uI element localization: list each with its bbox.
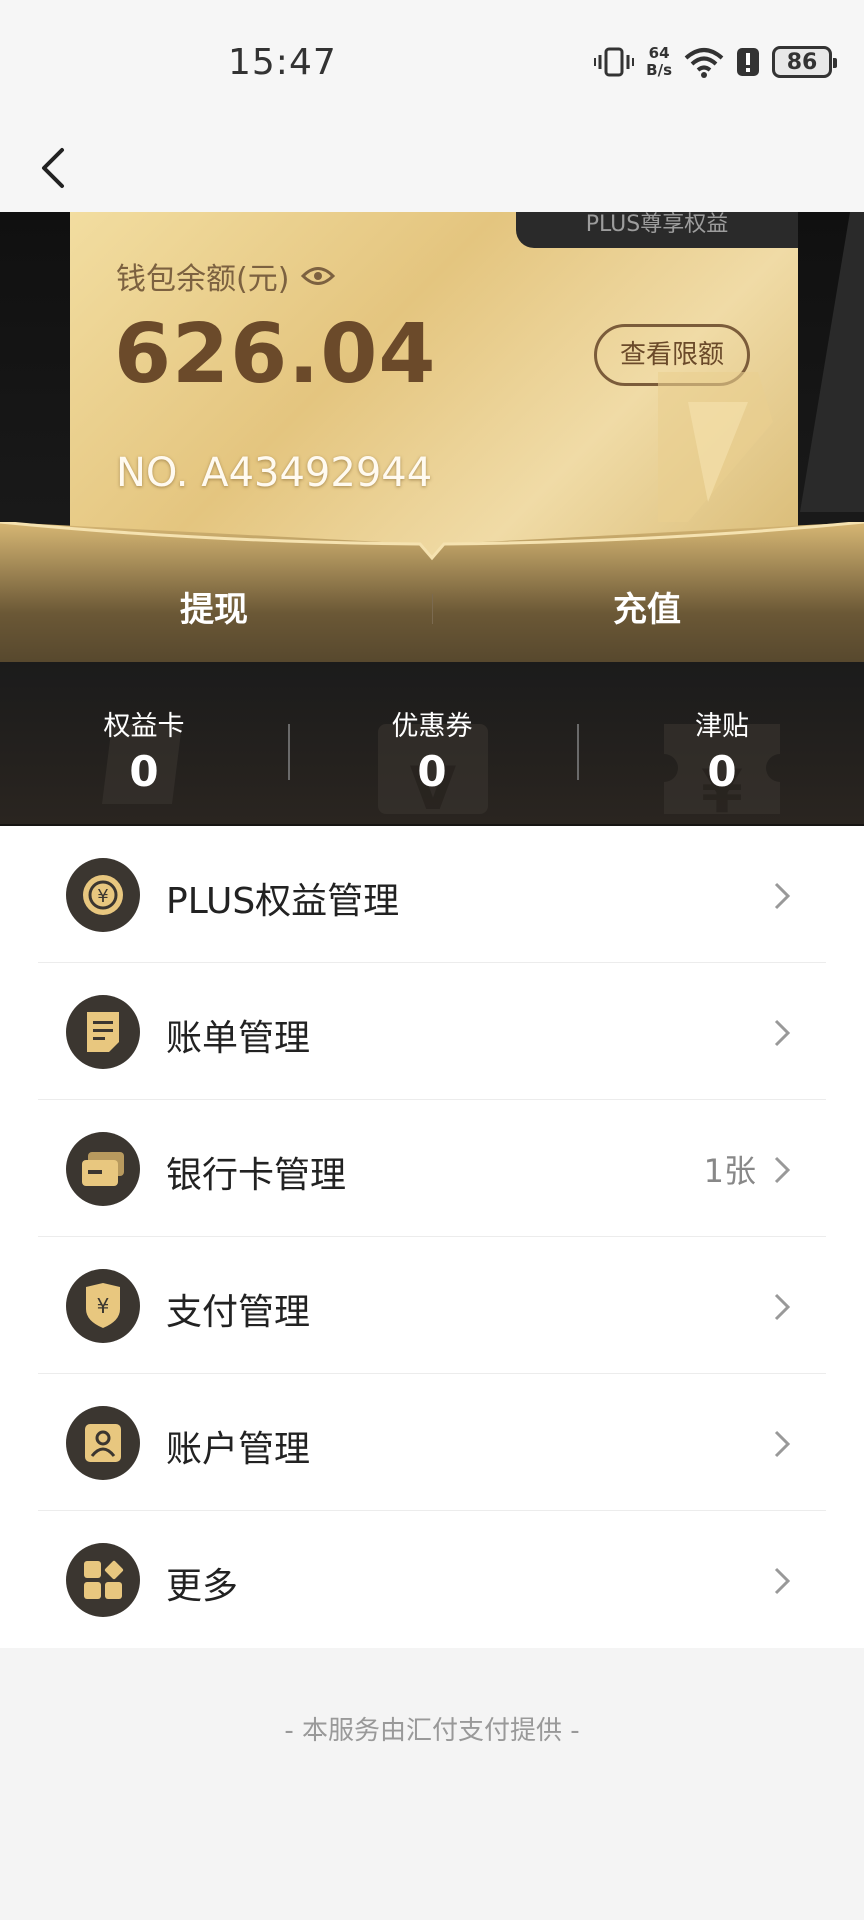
- stat-value: 0: [417, 747, 447, 796]
- wallet-screen: 15:47 64 B/s 86 PLUS尊享权益 钱包余额(元) 626.04 …: [0, 0, 864, 1920]
- bank-card-icon: [66, 1132, 140, 1206]
- chevron-right-icon: [774, 1567, 791, 1595]
- stat-coupon[interactable]: 优惠券 0: [352, 704, 512, 796]
- stat-benefit-card[interactable]: 权益卡 0: [64, 704, 224, 796]
- wallet-menu: ¥ PLUS权益管理 账单管理 银行卡管理 1张 ¥ 支付管理 账户管理 更多: [0, 826, 864, 1648]
- withdraw-button[interactable]: 提现: [180, 582, 248, 631]
- action-divider: [432, 594, 433, 624]
- stat-allowance[interactable]: 津贴 0: [642, 704, 802, 796]
- menu-bills[interactable]: 账单管理: [0, 963, 864, 1100]
- menu-label: 银行卡管理: [166, 1155, 347, 1196]
- net-speed-value: 64: [648, 44, 670, 62]
- net-speed: 64 B/s: [646, 45, 672, 79]
- chevron-right-icon: [774, 1156, 791, 1184]
- chevron-right-icon: [774, 1019, 791, 1047]
- stat-divider: [577, 724, 579, 780]
- menu-label: 支付管理: [166, 1292, 311, 1333]
- wifi-icon: [684, 48, 724, 78]
- chevron-left-icon[interactable]: [28, 136, 88, 196]
- bill-icon: [66, 995, 140, 1069]
- status-bar: 15:47 64 B/s 86: [0, 0, 864, 126]
- chevron-right-icon: [774, 882, 791, 910]
- card-number: NO. A43492944: [116, 450, 433, 496]
- svg-text:¥: ¥: [97, 1294, 110, 1318]
- stat-divider: [288, 724, 290, 780]
- stat-value: 0: [707, 747, 737, 796]
- coin-icon: ¥: [66, 858, 140, 932]
- wallet-card: PLUS尊享权益 钱包余额(元) 626.04 查看限额 NO. A434929…: [70, 212, 798, 557]
- menu-bank-cards[interactable]: 银行卡管理 1张: [0, 1100, 864, 1237]
- menu-label: 更多: [166, 1566, 239, 1607]
- bank-card-count: 1张: [703, 1152, 756, 1190]
- net-speed-unit: B/s: [646, 61, 672, 79]
- chevron-right-icon: [774, 1293, 791, 1321]
- plus-benefits-tab[interactable]: PLUS尊享权益: [516, 212, 798, 248]
- top-nav: [0, 126, 864, 212]
- menu-account[interactable]: 账户管理: [0, 1374, 864, 1511]
- balance-label-text: 钱包余额(元): [116, 262, 290, 297]
- battery-indicator: 86: [772, 46, 837, 78]
- eye-icon[interactable]: [301, 265, 336, 287]
- chevron-right-icon: [774, 1430, 791, 1458]
- menu-label: PLUS权益管理: [166, 881, 400, 922]
- status-icons: 64 B/s 86: [594, 44, 837, 80]
- shield-yuan-icon: ¥: [66, 1269, 140, 1343]
- menu-payment[interactable]: ¥ 支付管理: [0, 1237, 864, 1374]
- stat-label: 权益卡: [103, 711, 185, 742]
- user-card-icon: [66, 1406, 140, 1480]
- svg-text:¥: ¥: [97, 886, 108, 907]
- grid-more-icon: [66, 1543, 140, 1617]
- wallet-balance: 626.04: [114, 307, 437, 402]
- benefit-stats: V ¥ 权益卡 0 优惠券 0 津贴 0: [0, 662, 864, 827]
- alert-icon: [737, 48, 759, 76]
- menu-more[interactable]: 更多: [0, 1511, 864, 1648]
- service-provider-note: - 本服务由汇付支付提供 -: [284, 1716, 580, 1746]
- recharge-button[interactable]: 充值: [613, 582, 681, 631]
- stat-label: 优惠券: [391, 711, 473, 742]
- balance-label: 钱包余额(元): [116, 254, 336, 298]
- stat-value: 0: [129, 747, 159, 796]
- card-emblem-deco: [658, 372, 773, 522]
- vibrate-icon: [594, 47, 635, 77]
- menu-label: 账户管理: [166, 1429, 311, 1470]
- stat-label: 津贴: [695, 711, 749, 742]
- menu-label: 账单管理: [166, 1018, 311, 1059]
- status-time: 15:47: [228, 42, 337, 83]
- menu-plus-benefits[interactable]: ¥ PLUS权益管理: [0, 826, 864, 963]
